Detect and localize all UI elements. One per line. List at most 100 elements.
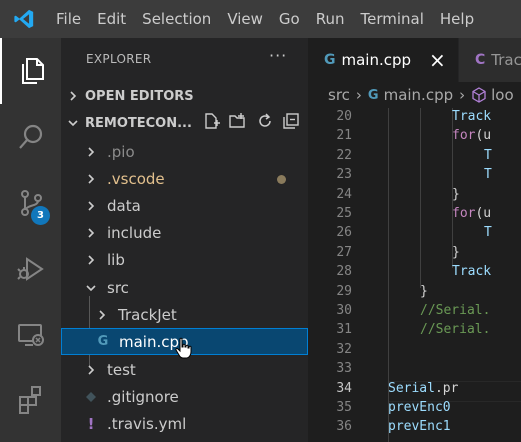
breadcrumb-file[interactable]: main.cpp — [384, 86, 454, 104]
line-number: 33 — [336, 361, 352, 377]
breadcrumb: src › G main.cpp › loo — [308, 82, 521, 108]
new-file-icon[interactable] — [202, 112, 220, 134]
c-file-icon: C — [475, 52, 486, 68]
collapse-all-icon[interactable] — [282, 112, 300, 134]
editor-group: G main.cpp × C Trac src › G main.cpp › l… — [308, 38, 521, 442]
code-token: prevEnc0 — [388, 400, 451, 415]
run-debug-icon[interactable] — [0, 236, 61, 302]
modified-dot-icon — [277, 175, 286, 184]
breadcrumb-symbol[interactable]: loo — [491, 86, 514, 104]
tab-trackjet[interactable]: C Trac — [459, 38, 521, 82]
code-line: prevEnc1 — [388, 419, 451, 434]
code-token: prevEnc1 — [388, 419, 451, 435]
menu-edit[interactable]: Edit — [89, 0, 134, 38]
line-number: 35 — [336, 400, 352, 415]
tree-item-src[interactable]: src — [61, 274, 308, 301]
menu-go[interactable]: Go — [271, 0, 308, 38]
search-icon[interactable] — [0, 104, 61, 170]
indent-guide — [420, 108, 421, 288]
code-line: Track — [452, 264, 491, 279]
close-tab-icon[interactable]: × — [429, 48, 446, 72]
code-editor[interactable]: 20 Track 21 for(u 22 T 23 T 24} 25 for(u 26 T 27} 28 Tr… — [308, 108, 521, 442]
menu-selection[interactable]: Selection — [134, 0, 219, 38]
more-actions-icon[interactable]: ··· — [269, 46, 287, 65]
tree-item-dot-gitignore[interactable]: .gitignore — [61, 383, 308, 410]
code-token: (u — [475, 206, 492, 221]
tree-item-include[interactable]: include — [61, 219, 308, 246]
tab-main-cpp[interactable]: G main.cpp × — [308, 38, 458, 82]
code-line: for(u — [452, 128, 491, 143]
chevron-right-icon — [83, 225, 99, 241]
code-line: //Serial. — [420, 303, 490, 318]
line-number: 29 — [336, 283, 352, 299]
tree-item-trackjet[interactable]: TrackJet — [61, 301, 308, 328]
breadcrumb-separator: › — [459, 86, 466, 104]
code-token: T — [484, 147, 492, 163]
line-number: 21 — [336, 128, 352, 144]
explorer-sidebar: EXPLORER ··· OPEN EDITORS REMOTECON... .… — [61, 38, 308, 442]
chevron-right-icon — [94, 307, 110, 323]
new-folder-icon[interactable] — [228, 112, 248, 134]
line-number: 34 — [336, 380, 352, 396]
extensions-icon[interactable] — [0, 366, 61, 432]
explorer-icon[interactable] — [0, 38, 61, 104]
tree-item-data[interactable]: data — [61, 192, 308, 219]
menu-help[interactable]: Help — [432, 0, 482, 38]
menu-view[interactable]: View — [219, 0, 271, 38]
menu-file[interactable]: File — [48, 0, 89, 38]
chevron-down-icon — [83, 280, 99, 296]
tree-item-lib[interactable]: lib — [61, 246, 308, 273]
chevron-right-icon — [83, 362, 99, 378]
tree-item-dot-travis-yml[interactable]: ! .travis.yml — [61, 410, 308, 437]
chevron-down-icon — [67, 117, 85, 129]
tree-item-label: TrackJet — [118, 305, 177, 324]
code-line: T — [484, 225, 492, 240]
line-number: 32 — [336, 341, 352, 357]
chevron-right-icon — [67, 90, 85, 102]
tab-bar: G main.cpp × C Trac — [308, 38, 521, 82]
code-token: //Serial. — [420, 303, 491, 318]
code-line: Serial.pr — [388, 381, 458, 396]
code-token: } — [420, 283, 428, 299]
line-number: 30 — [336, 303, 352, 318]
open-editors-label: OPEN EDITORS — [85, 88, 194, 104]
project-label: REMOTECON... — [85, 115, 192, 131]
tree-item-main-cpp[interactable]: Gmain.cpp — [61, 328, 308, 359]
tree-item-dot-pio[interactable]: .pio — [61, 138, 308, 165]
chevron-right-icon — [83, 144, 99, 160]
line-number: 28 — [336, 264, 352, 280]
tree-item-label: lib — [107, 250, 125, 269]
menu-terminal[interactable]: Terminal — [353, 0, 432, 38]
open-editors-section[interactable]: OPEN EDITORS — [61, 83, 308, 109]
code-line: for(u — [452, 206, 491, 221]
menu-run[interactable]: Run — [308, 0, 353, 38]
scm-badge: 3 — [31, 206, 50, 225]
project-section[interactable]: REMOTECON... — [61, 110, 308, 136]
code-token: } — [452, 186, 460, 202]
cpp-file-icon: G — [324, 52, 336, 68]
tab-label: main.cpp — [341, 51, 412, 69]
refresh-icon[interactable] — [256, 112, 274, 134]
title-bar: File Edit Selection View Go Run Terminal Help — [0, 0, 521, 38]
remote-explorer-icon[interactable] — [0, 302, 61, 368]
yml-file-icon: ! — [87, 414, 95, 433]
code-token: Track — [452, 264, 492, 280]
code-line: T — [484, 148, 492, 163]
explorer-title: EXPLORER — [86, 52, 152, 66]
code-line: //Serial. — [420, 322, 490, 337]
code-token: //Serial. — [420, 322, 491, 338]
tree-item-dot-vscode[interactable]: .vscode — [61, 165, 308, 192]
source-control-icon[interactable]: 3 — [0, 170, 61, 236]
line-number: 31 — [336, 322, 352, 338]
vscode-logo-icon — [0, 0, 48, 38]
code-token: for — [452, 128, 476, 144]
tree-item-label: test — [107, 360, 136, 379]
code-line: T — [484, 167, 492, 182]
breadcrumb-src[interactable]: src — [328, 86, 350, 104]
tree-item-label: .vscode — [107, 169, 165, 188]
chevron-right-icon — [83, 198, 99, 214]
tree-item-test[interactable]: test — [61, 356, 308, 383]
line-number: 24 — [336, 186, 352, 202]
chevron-right-icon — [83, 252, 99, 268]
tree-item-label: include — [107, 223, 162, 242]
